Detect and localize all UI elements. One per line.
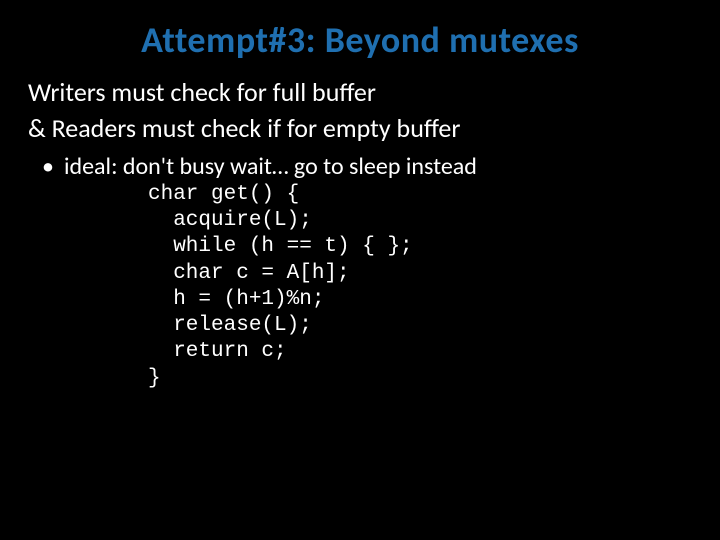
code-line-1: char get() { xyxy=(148,183,299,206)
bullet-item-1: ideal: don't busy wait… go to sleep inst… xyxy=(60,152,692,182)
code-line-4: char c = A[h]; xyxy=(148,262,350,285)
code-line-2: acquire(L); xyxy=(148,209,312,232)
code-line-3: while (h == t) { }; xyxy=(148,235,413,258)
body-text-line-2: & Readers must check if for empty buffer xyxy=(28,114,692,144)
code-block: char get() { acquire(L); while (h == t) … xyxy=(148,182,692,392)
bullet-list: ideal: don't busy wait… go to sleep inst… xyxy=(28,152,692,182)
code-line-8: } xyxy=(148,367,161,390)
code-line-6: release(L); xyxy=(148,314,312,337)
slide-title: Attempt#3: Beyond mutexes xyxy=(28,18,692,62)
code-line-7: return c; xyxy=(148,340,287,363)
slide: Attempt#3: Beyond mutexes Writers must c… xyxy=(0,0,720,540)
body-text-line-1: Writers must check for full buffer xyxy=(28,78,692,108)
code-line-5: h = (h+1)%n; xyxy=(148,288,324,311)
